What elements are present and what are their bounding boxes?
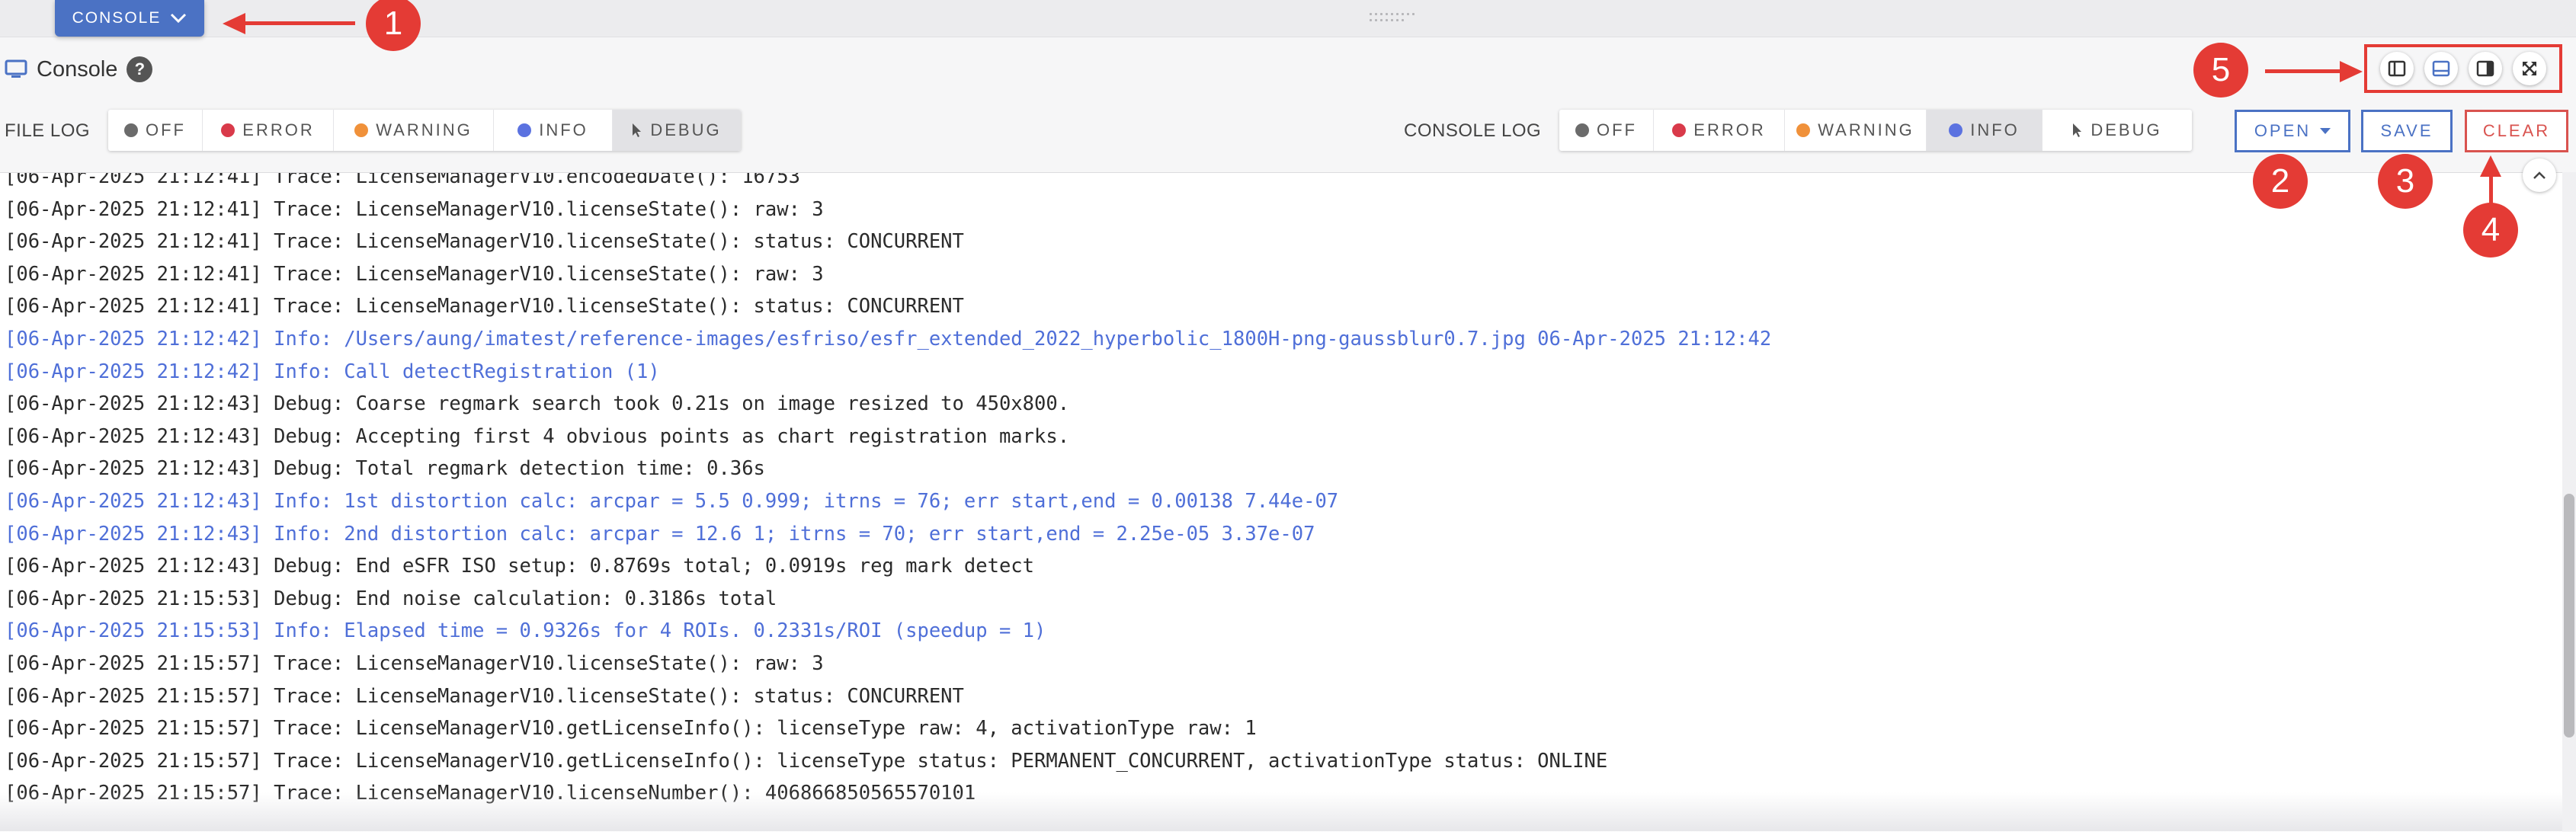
chevron-up-icon: [2533, 171, 2546, 179]
log-line: [06-Apr-2025 21:15:57] Trace: LicenseMan…: [5, 717, 1257, 741]
console-log-label: CONSOLE LOG: [1404, 120, 1542, 141]
cursor-icon: [2073, 123, 2082, 137]
log-line: [06-Apr-2025 21:15:57] Trace: LicenseMan…: [5, 684, 964, 708]
expand-icon: [2523, 62, 2536, 75]
cursor-icon: [633, 123, 642, 137]
log-line: [06-Apr-2025 21:12:42] Info: Call detect…: [5, 360, 660, 383]
file-log-debug-label: DEBUG: [650, 120, 722, 139]
dot-icon: [354, 123, 369, 137]
monitor-icon: [5, 59, 27, 78]
annotation-arrow-5: [2265, 69, 2344, 73]
annotation-badge-5: 5: [2193, 43, 2248, 98]
save-button-label: SAVE: [2380, 121, 2433, 140]
console-log-off-label: OFF: [1597, 120, 1637, 139]
log-line: [06-Apr-2025 21:12:43] Info: 2nd distort…: [5, 522, 1315, 546]
log-line: [06-Apr-2025 21:12:42] Info: /Users/aung…: [5, 327, 1772, 350]
log-line: [06-Apr-2025 21:15:57] Trace: LicenseMan…: [5, 749, 1608, 773]
dock-left-button[interactable]: [2380, 52, 2414, 85]
scroll-to-top-button[interactable]: [2523, 158, 2556, 192]
dot-icon: [1672, 123, 1687, 137]
file-log-warning-button[interactable]: WARNING: [334, 110, 494, 151]
resize-drag-handle[interactable]: [1370, 13, 1415, 22]
console-log-debug-button[interactable]: DEBUG: [2043, 110, 2192, 151]
console-log-info-button[interactable]: INFO: [1927, 110, 2043, 151]
dock-right-button[interactable]: [2469, 52, 2502, 85]
console-log-level-group: OFF ERROR WARNING INFO DEBUG: [1559, 110, 2192, 151]
save-button[interactable]: SAVE: [2361, 110, 2453, 152]
annotation-badge-4: 4: [2463, 203, 2518, 258]
chevron-down-icon: [171, 13, 187, 24]
annotation-badge-1: 1: [366, 0, 421, 51]
clear-button[interactable]: CLEAR: [2465, 110, 2568, 152]
clear-button-label: CLEAR: [2482, 121, 2551, 140]
log-line: [06-Apr-2025 21:15:57] Trace: LicenseMan…: [5, 651, 824, 675]
console-log-error-button[interactable]: ERROR: [1654, 110, 1785, 151]
sidebar-left-icon: [2388, 60, 2406, 77]
log-line: [06-Apr-2025 21:15:53] Info: Elapsed tim…: [5, 619, 1046, 643]
console-toggle-label: CONSOLE: [72, 9, 162, 27]
file-log-error-label: ERROR: [242, 120, 315, 139]
console-log-warning-button[interactable]: WARNING: [1785, 110, 1927, 151]
file-log-off-label: OFF: [146, 120, 186, 139]
log-output-area[interactable]: [06-Apr-2025 21:12:41] Trace: LicenseMan…: [0, 172, 2562, 832]
annotation-arrowhead-4: [2480, 155, 2501, 177]
annotation-arrowhead-1: [223, 13, 245, 34]
file-log-label: FILE LOG: [5, 120, 91, 141]
file-log-level-group: OFF ERROR WARNING INFO DEBUG: [108, 110, 741, 151]
dot-icon: [221, 123, 235, 137]
page-title: Console: [37, 56, 118, 82]
file-log-info-button[interactable]: INFO: [494, 110, 613, 151]
log-line: [06-Apr-2025 21:12:41] Trace: LicenseMan…: [5, 230, 964, 254]
console-log-info-label: INFO: [1970, 120, 2020, 139]
console-log-warning-label: WARNING: [1818, 120, 1914, 139]
open-button-label: OPEN: [2254, 121, 2312, 140]
fullscreen-button[interactable]: [2513, 52, 2546, 85]
log-bottom-fade: [0, 792, 2562, 831]
console-log-off-button[interactable]: OFF: [1559, 110, 1654, 151]
log-line: [06-Apr-2025 21:12:43] Debug: End eSFR I…: [5, 555, 1035, 578]
log-scrollbar-thumb[interactable]: [2564, 494, 2574, 738]
console-toggle-button[interactable]: CONSOLE: [55, 0, 204, 37]
file-log-info-label: INFO: [539, 120, 588, 139]
dot-icon: [124, 123, 138, 137]
log-line: [06-Apr-2025 21:15:53] Debug: End noise …: [5, 587, 777, 610]
log-line: [06-Apr-2025 21:12:43] Debug: Total regm…: [5, 457, 765, 481]
caret-down-icon: [2320, 128, 2331, 134]
layout-buttons-group: [2364, 44, 2562, 93]
log-line: [06-Apr-2025 21:12:43] Debug: Coarse reg…: [5, 392, 1070, 416]
annotation-badge-2: 2: [2253, 154, 2308, 209]
dot-icon: [1796, 123, 1811, 137]
log-line: [06-Apr-2025 21:12:43] Debug: Accepting …: [5, 424, 1070, 448]
file-log-error-button[interactable]: ERROR: [203, 110, 334, 151]
annotation-badge-3: 3: [2378, 154, 2433, 209]
sidebar-right-icon: [2476, 60, 2494, 77]
log-line: [06-Apr-2025 21:12:41] Trace: LicenseMan…: [5, 295, 964, 318]
dot-icon: [517, 123, 532, 137]
file-log-off-button[interactable]: OFF: [108, 110, 203, 151]
annotation-arrow-1: [238, 21, 355, 25]
console-log-debug-label: DEBUG: [2091, 120, 2162, 139]
help-icon[interactable]: ?: [127, 56, 153, 82]
log-line: [06-Apr-2025 21:12:41] Trace: LicenseMan…: [5, 262, 824, 286]
console-log-error-label: ERROR: [1693, 120, 1766, 139]
annotation-arrowhead-5: [2340, 61, 2363, 82]
panel-bottom-icon: [2432, 60, 2450, 77]
dot-icon: [1949, 123, 1963, 137]
console-title-row: Console ?: [5, 53, 153, 85]
log-line: [06-Apr-2025 21:12:41] Trace: LicenseMan…: [5, 197, 824, 221]
log-line: [06-Apr-2025 21:12:43] Info: 1st distort…: [5, 489, 1339, 513]
open-button[interactable]: OPEN: [2235, 110, 2350, 152]
dot-icon: [1575, 123, 1589, 137]
dock-bottom-button[interactable]: [2424, 52, 2458, 85]
file-log-debug-button[interactable]: DEBUG: [613, 110, 741, 151]
file-log-warning-label: WARNING: [376, 120, 473, 139]
log-line: [06-Apr-2025 21:12:41] Trace: LicenseMan…: [5, 172, 800, 188]
